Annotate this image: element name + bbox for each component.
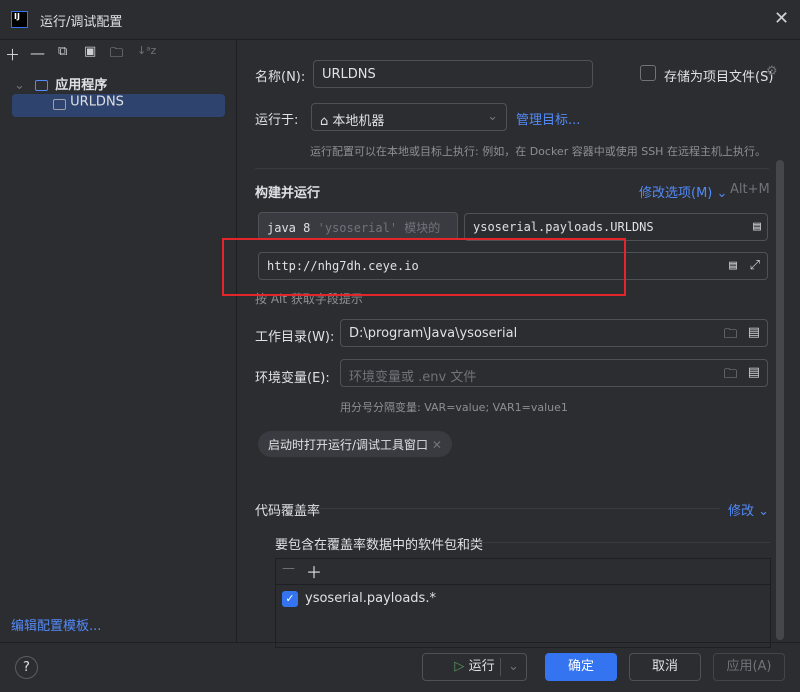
store-checkbox[interactable] xyxy=(640,65,656,81)
name-input[interactable]: URLDNS xyxy=(313,60,593,88)
play-icon: ▷ xyxy=(454,659,465,674)
package-checkbox[interactable]: ✓ xyxy=(282,591,298,607)
modify-options-link[interactable]: 修改选项(M) ⌄ xyxy=(639,182,727,201)
folder-icon[interactable]: 🗀 xyxy=(724,325,737,346)
run-on-hint: 运行配置可以在本地或目标上执行: 例如，在 Docker 容器中或使用 SSH … xyxy=(310,145,766,158)
run-on-value: 本地机器 xyxy=(332,114,385,129)
workdir-label: 工作目录(W): xyxy=(255,330,335,345)
chevron-down-icon[interactable]: ⌄ xyxy=(508,654,519,680)
close-icon[interactable]: ✕ xyxy=(432,438,442,452)
sort-icon[interactable]: ↓ᵃz xyxy=(137,44,156,57)
run-on-label: 运行于: xyxy=(255,113,299,128)
insert-macro-icon[interactable]: ▤ xyxy=(748,365,760,380)
browse-icon[interactable]: ▤ xyxy=(753,219,761,234)
scrollbar[interactable] xyxy=(776,160,784,640)
ok-button[interactable]: 确定 xyxy=(545,653,617,681)
chevron-down-icon: ⌄ xyxy=(487,109,498,124)
env-hint: 用分号分隔变量: VAR=value; VAR1=value1 xyxy=(340,401,568,414)
divider xyxy=(0,642,800,643)
coverage-modify-label: 修改 xyxy=(728,504,755,519)
apply-button[interactable]: 应用(A) xyxy=(713,653,785,681)
help-button[interactable]: ? xyxy=(15,656,38,679)
divider xyxy=(276,584,770,585)
save-icon[interactable]: ▣ xyxy=(84,44,96,59)
add-icon[interactable]: ＋ xyxy=(5,44,20,65)
run-button[interactable]: ▷ 运行 ⌄ xyxy=(422,653,527,681)
tree-group-application[interactable]: ⌄ 应用程序 xyxy=(14,74,107,93)
copy-icon[interactable]: ⧉ xyxy=(58,44,67,59)
store-label: 存储为项目文件(S) xyxy=(664,70,774,85)
shortcut-hint: Alt+M xyxy=(730,182,770,197)
workdir-value: D:\program\Java\ysoserial xyxy=(349,326,518,341)
coverage-packages-heading: 要包含在覆盖率数据中的软件包和类 xyxy=(275,538,484,553)
run-label: 运行 xyxy=(468,659,495,674)
item-label: URLDNS xyxy=(70,94,124,110)
jdk-select[interactable]: java 8 'ysoserial' 模块的 xyxy=(258,212,458,240)
workdir-input[interactable]: D:\program\Java\ysoserial 🗀 ▤ xyxy=(340,319,768,347)
jdk-module: 'ysoserial' 模块的 xyxy=(317,221,441,235)
new-folder-icon[interactable]: 🗀 xyxy=(110,44,123,66)
coverage-list: — ＋ ✓ ysoserial.payloads.* xyxy=(275,558,771,648)
divider xyxy=(255,168,769,169)
divider xyxy=(468,542,770,543)
modify-options-label: 修改选项(M) xyxy=(639,186,713,201)
coverage-modify-link[interactable]: 修改 ⌄ xyxy=(728,500,769,519)
close-icon[interactable]: ✕ xyxy=(774,8,789,29)
folder-icon[interactable]: 🗀 xyxy=(724,365,737,386)
window-title: 运行/调试配置 xyxy=(40,15,123,30)
env-input[interactable]: 环境变量或 .env 文件 🗀 ▤ xyxy=(340,359,768,387)
expand-icon[interactable]: ⤢ xyxy=(750,258,760,273)
add-icon[interactable]: ＋ xyxy=(306,559,322,583)
highlight-box xyxy=(222,238,626,296)
option-tag[interactable]: 启动时打开运行/调试工具窗口 ✕ xyxy=(258,431,452,457)
tree-item-urldns[interactable]: URLDNS xyxy=(12,94,225,117)
application-icon xyxy=(35,80,49,91)
coverage-heading: 代码覆盖率 xyxy=(255,504,321,519)
main-class-value: ysoserial.payloads.URLDNS xyxy=(473,220,654,234)
env-label: 环境变量(E): xyxy=(255,371,330,386)
title-bar: IJ 运行/调试配置 ✕ xyxy=(0,0,800,40)
package-label: ysoserial.payloads.* xyxy=(305,591,436,606)
application-icon xyxy=(53,99,66,110)
build-run-heading: 构建并运行 xyxy=(255,186,321,201)
chevron-down-icon: ⌄ xyxy=(14,78,25,93)
intellij-logo: IJ xyxy=(11,11,28,28)
run-on-select[interactable]: ⌂ 本地机器 ⌄ xyxy=(311,103,507,131)
name-label: 名称(N): xyxy=(255,70,306,85)
cancel-button[interactable]: 取消 xyxy=(629,653,701,681)
env-placeholder: 环境变量或 .env 文件 xyxy=(349,370,477,385)
insert-macro-icon[interactable]: ▤ xyxy=(748,325,760,340)
sidebar xyxy=(0,40,237,642)
manage-targets-link[interactable]: 管理目标... xyxy=(516,109,580,128)
insert-macro-icon[interactable]: ▤ xyxy=(729,258,737,273)
group-label: 应用程序 xyxy=(55,78,108,93)
remove-icon[interactable]: — xyxy=(30,44,45,62)
gear-icon[interactable]: ⚙ xyxy=(766,64,778,79)
divider xyxy=(320,508,720,509)
main-class-input[interactable]: ysoserial.payloads.URLDNS ▤ xyxy=(464,213,768,241)
home-icon: ⌂ xyxy=(320,114,329,129)
edit-templates-link[interactable]: 编辑配置模板... xyxy=(11,615,101,634)
remove-icon[interactable]: — xyxy=(282,561,295,576)
jdk-value: java 8 xyxy=(267,221,311,235)
divider xyxy=(500,658,501,676)
tag-label: 启动时打开运行/调试工具窗口 xyxy=(268,438,429,452)
